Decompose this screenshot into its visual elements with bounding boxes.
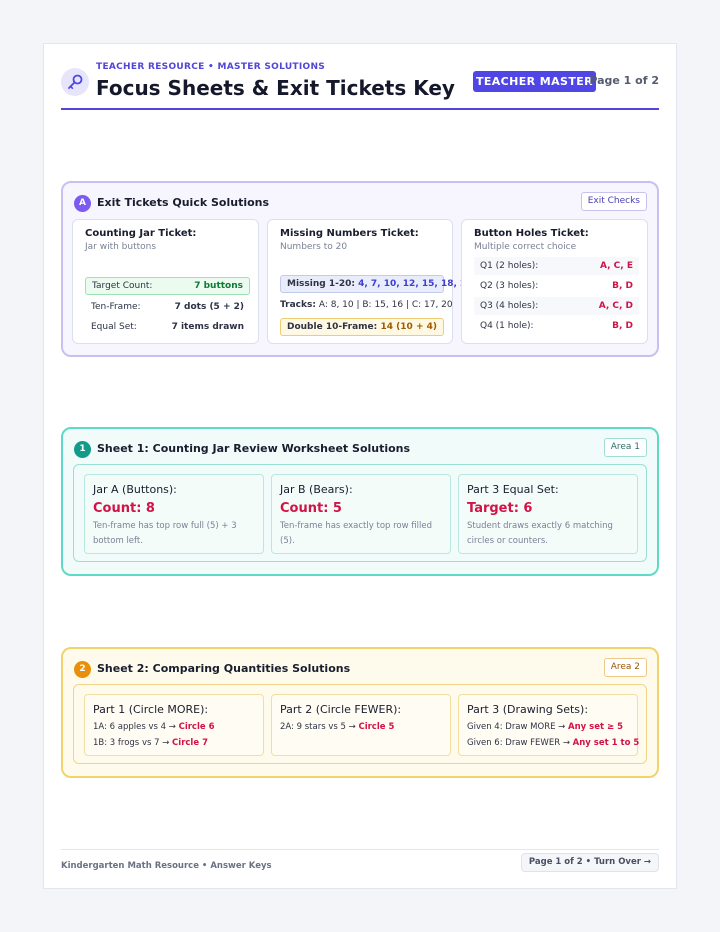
turn-over-label: Page 1 of 2 • Turn Over → <box>520 853 659 872</box>
answer-line: Given 4: Draw MORE → Any set ≥ 5 <box>467 722 623 732</box>
page-title: Focus Sheets & Exit Tickets Key <box>96 76 455 100</box>
key-icon <box>61 68 89 96</box>
answer-line: 2A: 9 stars vs 5 → Circle 5 <box>280 722 394 732</box>
page-number: Page 1 of 2 <box>589 74 659 87</box>
question-text: 1B: 3 frogs vs 7 → <box>93 738 170 748</box>
jar-a-card: Jar A (Buttons): Count: 8 Ten-frame has … <box>84 474 264 554</box>
counting-jar-ticket-card: Counting Jar Ticket: Jar with buttons Ta… <box>72 219 259 344</box>
row-value: A, C, D <box>598 301 633 311</box>
answer-text: Circle 6 <box>178 722 215 732</box>
question-text: 2A: 9 stars vs 5 → <box>280 722 356 732</box>
row-label: Q4 (1 hole): <box>480 321 534 331</box>
row-value: A, C, E <box>600 261 633 271</box>
tracks-label: Tracks: <box>280 300 316 310</box>
answer-note: Ten-frame has exactly top row filled (5)… <box>280 521 432 546</box>
card-title: Button Holes Ticket: <box>474 228 589 239</box>
answer-value: Count: 5 <box>280 501 342 516</box>
answer-value: Target: 6 <box>467 501 533 516</box>
footer-label: Kindergarten Math Resource • Answer Keys <box>61 861 272 871</box>
sheet-2-section: 2 Sheet 2: Comparing Quantities Solution… <box>61 647 659 778</box>
card-title: Counting Jar Ticket: <box>85 228 197 239</box>
button-holes-ticket-card: Button Holes Ticket: Multiple correct ch… <box>461 219 648 344</box>
sub-card-title: Jar A (Buttons): <box>93 483 177 496</box>
teacher-master-badge: TEACHER MASTER <box>473 71 596 92</box>
section-2-badge: 2 <box>74 661 91 678</box>
sub-card-title: Jar B (Bears): <box>280 483 353 496</box>
q3-row: Q3 (4 holes): A, C, D <box>474 297 639 315</box>
card-subtitle: Jar with buttons <box>85 242 157 252</box>
page-header: TEACHER RESOURCE • MASTER SOLUTIONS Focu… <box>61 58 659 110</box>
row-label: Q3 (4 holes): <box>480 301 539 311</box>
sub-card-title: Part 2 (Circle FEWER): <box>280 703 402 716</box>
row-label: Tracks: A: 8, 10 | B: 15, 16 | C: 17, 20 <box>280 296 453 314</box>
missing-label: Missing 1-20: <box>287 279 355 289</box>
q1-row: Q1 (2 holes): A, C, E <box>474 257 639 275</box>
section-1-title: Sheet 1: Counting Jar Review Worksheet S… <box>97 442 411 455</box>
tracks-value: A: 8, 10 | B: 15, 16 | C: 17, 20 <box>318 300 453 310</box>
target-count-row: Target Count: 7 buttons <box>85 277 250 295</box>
row-value: 7 dots (5 + 2) <box>174 302 244 312</box>
section-2-title: Sheet 2: Comparing Quantities Solutions <box>97 662 351 675</box>
header-overline: TEACHER RESOURCE • MASTER SOLUTIONS <box>96 62 326 72</box>
answer-line: 1A: 6 apples vs 4 → Circle 6 <box>93 722 215 732</box>
question-text: 1A: 6 apples vs 4 → <box>93 722 176 732</box>
answer-line: 1B: 3 frogs vs 7 → Circle 7 <box>93 738 208 748</box>
answer-note: Student draws exactly 6 matching circles… <box>467 521 613 546</box>
section-2-tag: Area 2 <box>603 658 647 677</box>
sheet-2-solutions: Part 1 (Circle MORE): 1A: 6 apples vs 4 … <box>73 684 647 764</box>
sub-card-title: Part 1 (Circle MORE): <box>93 703 209 716</box>
equal-set-row: Equal Set: 7 items drawn <box>85 318 250 336</box>
double-ten-frame-row: Double 10-Frame: 14 (10 + 4) <box>280 318 444 336</box>
jar-b-card: Jar B (Bears): Count: 5 Ten-frame has ex… <box>271 474 451 554</box>
row-value: 7 items drawn <box>171 322 244 332</box>
ten-frame-row: Ten-Frame: 7 dots (5 + 2) <box>85 298 250 316</box>
exit-tickets-section: A Exit Tickets Quick Solutions Exit Chec… <box>61 181 659 357</box>
q2-row: Q2 (3 holes): B, D <box>474 277 639 295</box>
answer-text: Any set 1 to 5 <box>572 738 640 748</box>
section-1-tag: Area 1 <box>603 438 647 457</box>
sheet-1-solutions: Jar A (Buttons): Count: 8 Ten-frame has … <box>73 464 647 562</box>
missing-numbers-row: Missing 1-20: 4, 7, 10, 12, 15, 18, 20 <box>280 275 473 293</box>
answer-text: Circle 5 <box>358 722 395 732</box>
card-subtitle: Multiple correct choice <box>474 242 577 252</box>
answer-key-page: TEACHER RESOURCE • MASTER SOLUTIONS Focu… <box>43 43 677 889</box>
row-label: Double 10-Frame: <box>287 322 378 332</box>
answer-line: Given 6: Draw FEWER → Any set 1 to 5 <box>467 738 639 748</box>
question-text: Given 4: Draw MORE → <box>467 722 566 732</box>
section-1-badge: 1 <box>74 441 91 458</box>
row-label: Q1 (2 holes): <box>480 261 539 271</box>
answer-text: Circle 7 <box>172 738 208 748</box>
section-a-badge: A <box>74 195 91 212</box>
circle-fewer-card: Part 2 (Circle FEWER): 2A: 9 stars vs 5 … <box>271 694 451 756</box>
page-footer: Kindergarten Math Resource • Answer Keys… <box>61 849 659 879</box>
section-a-tag: Exit Checks <box>580 192 647 211</box>
answer-text: Any set ≥ 5 <box>568 722 623 732</box>
q4-row: Q4 (1 hole): B, D <box>474 317 639 335</box>
circle-more-card: Part 1 (Circle MORE): 1A: 6 apples vs 4 … <box>84 694 264 756</box>
question-text: Given 6: Draw FEWER → <box>467 738 570 748</box>
missing-value: 4, 7, 10, 12, 15, 18, 20 <box>358 279 473 289</box>
card-title: Missing Numbers Ticket: <box>280 228 419 239</box>
sub-card-title: Part 3 (Drawing Sets): <box>467 703 589 716</box>
section-a-title: Exit Tickets Quick Solutions <box>97 196 270 209</box>
row-label: Target Count: <box>92 281 153 291</box>
answer-note: Ten-frame has top row full (5) + 3 botto… <box>93 521 237 546</box>
answer-value: Count: 8 <box>93 501 155 516</box>
missing-numbers-ticket-card: Missing Numbers Ticket: Numbers to 20 Mi… <box>267 219 473 344</box>
row-value: 7 buttons <box>194 281 243 291</box>
row-label: Ten-Frame: <box>91 302 141 312</box>
card-subtitle: Numbers to 20 <box>280 242 348 252</box>
row-label: Q2 (3 holes): <box>480 281 539 291</box>
sheet-1-section: 1 Sheet 1: Counting Jar Review Worksheet… <box>61 427 659 576</box>
row-value: B, D <box>612 281 633 291</box>
drawing-sets-card: Part 3 (Drawing Sets): Given 4: Draw MOR… <box>458 694 639 756</box>
row-label: Equal Set: <box>91 322 137 332</box>
row-value: B, D <box>612 321 633 331</box>
sub-card-title: Part 3 Equal Set: <box>467 483 559 496</box>
row-label: Missing 1-20: 4, 7, 10, 12, 15, 18, 20 <box>287 276 473 292</box>
equal-set-card: Part 3 Equal Set: Target: 6 Student draw… <box>458 474 638 554</box>
tracks-row: Tracks: A: 8, 10 | B: 15, 16 | C: 17, 20 <box>280 296 453 314</box>
row-value: 14 (10 + 4) <box>380 322 437 332</box>
